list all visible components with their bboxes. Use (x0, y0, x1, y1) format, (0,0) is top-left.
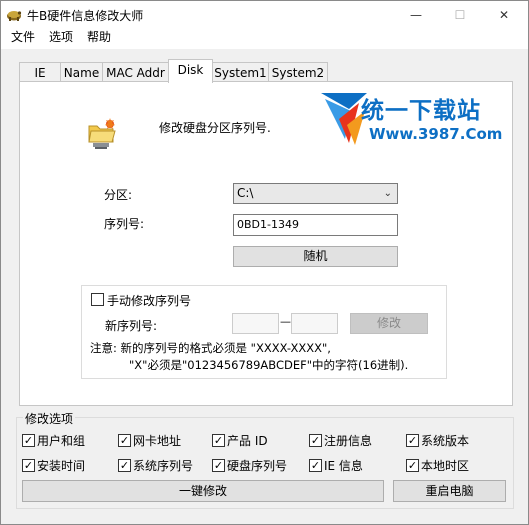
apply-serial-button[interactable]: 修改 (350, 313, 428, 334)
window-title: 牛B硬件信息修改大师 (27, 9, 144, 23)
format-note-line1: 注意: 新的序列号的格式必须是 "XXXX-XXXX", (90, 341, 331, 355)
menu-options[interactable]: 选项 (47, 29, 75, 49)
tab-name[interactable]: Name (60, 62, 103, 83)
logo-title: 统一下载站 (361, 98, 481, 124)
checkbox-checked-icon[interactable]: ✓ (406, 459, 419, 472)
format-note-line2: "X"必须是"0123456789ABCDEF"中的字符(16进制). (129, 358, 409, 372)
manual-checkbox-label[interactable]: 手动修改序列号 (107, 292, 191, 309)
tab-system1[interactable]: System1 (212, 62, 269, 83)
checkbox-checked-icon[interactable]: ✓ (212, 459, 225, 472)
logo-url: Www.3987.Com (369, 125, 503, 143)
partition-select[interactable]: C:\ ⌄ (233, 183, 398, 204)
checkbox-checked-icon[interactable]: ✓ (212, 434, 225, 447)
close-button[interactable]: ✕ (482, 1, 526, 29)
minimize-button[interactable]: — (394, 1, 438, 29)
new-serial-part1-input[interactable] (232, 313, 279, 334)
download-site-logo: 统一下载站 Www.3987.Com (319, 89, 504, 151)
checkbox-checked-icon[interactable]: ✓ (22, 459, 35, 472)
serial-separator: — (280, 315, 291, 328)
maximize-button[interactable]: ☐ (438, 1, 482, 29)
partition-value: C:\ (237, 186, 254, 200)
checkbox-checked-icon[interactable]: ✓ (118, 434, 131, 447)
restart-computer-button[interactable]: 重启电脑 (393, 480, 506, 502)
menu-help[interactable]: 帮助 (85, 29, 113, 49)
tab-ie[interactable]: IE (19, 62, 61, 83)
app-icon (7, 11, 22, 21)
checkbox-checked-icon[interactable]: ✓ (118, 459, 131, 472)
manual-checkbox[interactable] (91, 293, 104, 306)
tab-mac-addr[interactable]: MAC Addr (102, 62, 169, 83)
checkbox-checked-icon[interactable]: ✓ (22, 434, 35, 447)
options-title: 修改选项 (23, 410, 76, 427)
menu-bar: 文件 选项 帮助 (1, 29, 528, 49)
checkbox-checked-icon[interactable]: ✓ (309, 459, 322, 472)
new-serial-label: 新序列号: (105, 319, 158, 333)
checkbox-checked-icon[interactable]: ✓ (309, 434, 322, 447)
app-window: 牛B硬件信息修改大师 — ☐ ✕ 文件 选项 帮助 IE Name MAC Ad… (0, 0, 529, 525)
tab-system2[interactable]: System2 (268, 62, 328, 83)
serial-label: 序列号: (104, 217, 145, 231)
disk-heading: 修改硬盘分区序列号. (159, 121, 271, 135)
tab-disk[interactable]: Disk (168, 59, 213, 83)
chevron-down-icon: ⌄ (383, 188, 392, 199)
one-click-modify-button[interactable]: 一键修改 (22, 480, 384, 502)
checkbox-checked-icon[interactable]: ✓ (406, 434, 419, 447)
partition-label: 分区: (104, 188, 133, 202)
disk-settings-icon (88, 118, 116, 149)
menu-file[interactable]: 文件 (9, 29, 37, 49)
serial-field[interactable]: 0BD1-1349 (233, 214, 398, 236)
new-serial-part2-input[interactable] (291, 313, 338, 334)
random-button[interactable]: 随机 (233, 246, 398, 267)
title-bar[interactable]: 牛B硬件信息修改大师 — ☐ ✕ (1, 1, 528, 29)
